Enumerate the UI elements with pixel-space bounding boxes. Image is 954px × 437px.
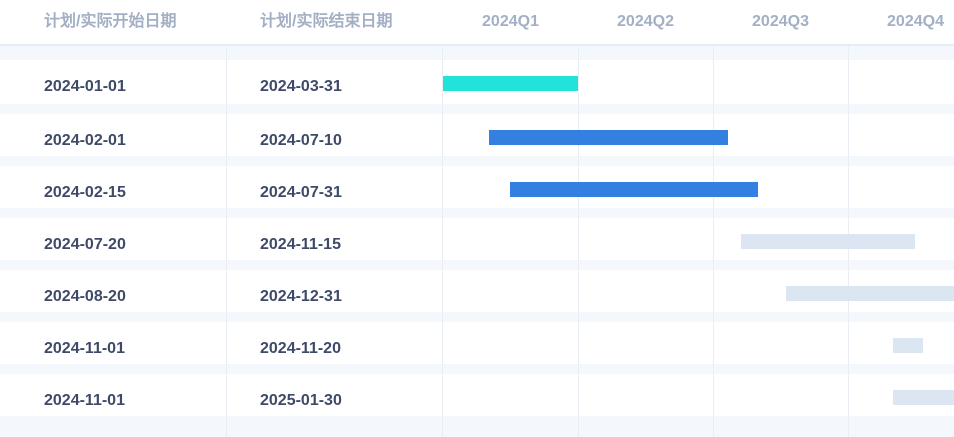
table-header: 计划/实际开始日期 计划/实际结束日期 2024Q1 2024Q2 2024Q3… <box>0 0 954 46</box>
gantt-bar[interactable] <box>443 76 578 91</box>
table-row[interactable]: 2024-02-15 2024-07-31 <box>0 166 954 218</box>
end-date-cell: 2025-01-30 <box>260 392 342 409</box>
table-row[interactable]: 2024-08-20 2024-12-31 <box>0 270 954 322</box>
gantt-bar[interactable] <box>786 286 954 301</box>
timeline-header-q4: 2024Q4 <box>887 13 944 30</box>
end-date-cell: 2024-07-31 <box>260 184 342 201</box>
table-row[interactable]: 2024-02-01 2024-07-10 <box>0 114 954 166</box>
timeline-header-q1: 2024Q1 <box>482 13 539 30</box>
end-date-cell: 2024-11-15 <box>260 236 341 253</box>
table-row[interactable]: 2024-11-01 2024-11-20 <box>0 322 954 374</box>
row-separator <box>0 46 954 60</box>
table-row[interactable]: 2024-01-01 2024-03-31 <box>0 60 954 112</box>
start-date-cell: 2024-01-01 <box>44 78 126 95</box>
gantt-bar[interactable] <box>488 130 728 145</box>
gantt-bar[interactable] <box>893 338 923 353</box>
column-header-start-date[interactable]: 计划/实际开始日期 <box>44 0 176 44</box>
timeline-header-q3: 2024Q3 <box>752 13 809 30</box>
end-date-cell: 2024-03-31 <box>260 78 342 95</box>
column-header-end-date[interactable]: 计划/实际结束日期 <box>260 0 392 44</box>
gantt-bar[interactable] <box>893 390 954 405</box>
timeline-header-q2: 2024Q2 <box>617 13 674 30</box>
table-row[interactable]: 2024-07-20 2024-11-15 <box>0 218 954 270</box>
table-row[interactable]: 2024-11-01 2025-01-30 <box>0 374 954 426</box>
end-date-cell: 2024-07-10 <box>260 132 342 149</box>
start-date-cell: 2024-02-15 <box>44 184 126 201</box>
end-date-cell: 2024-11-20 <box>260 340 341 357</box>
start-date-cell: 2024-08-20 <box>44 288 126 305</box>
gantt-bar[interactable] <box>509 182 759 197</box>
gantt-bar[interactable] <box>740 234 916 249</box>
gantt-chart: 计划/实际开始日期 计划/实际结束日期 2024Q1 2024Q2 2024Q3… <box>0 0 954 437</box>
end-date-cell: 2024-12-31 <box>260 288 342 305</box>
start-date-cell: 2024-07-20 <box>44 236 126 253</box>
start-date-cell: 2024-11-01 <box>44 392 125 409</box>
start-date-cell: 2024-11-01 <box>44 340 125 357</box>
start-date-cell: 2024-02-01 <box>44 132 126 149</box>
